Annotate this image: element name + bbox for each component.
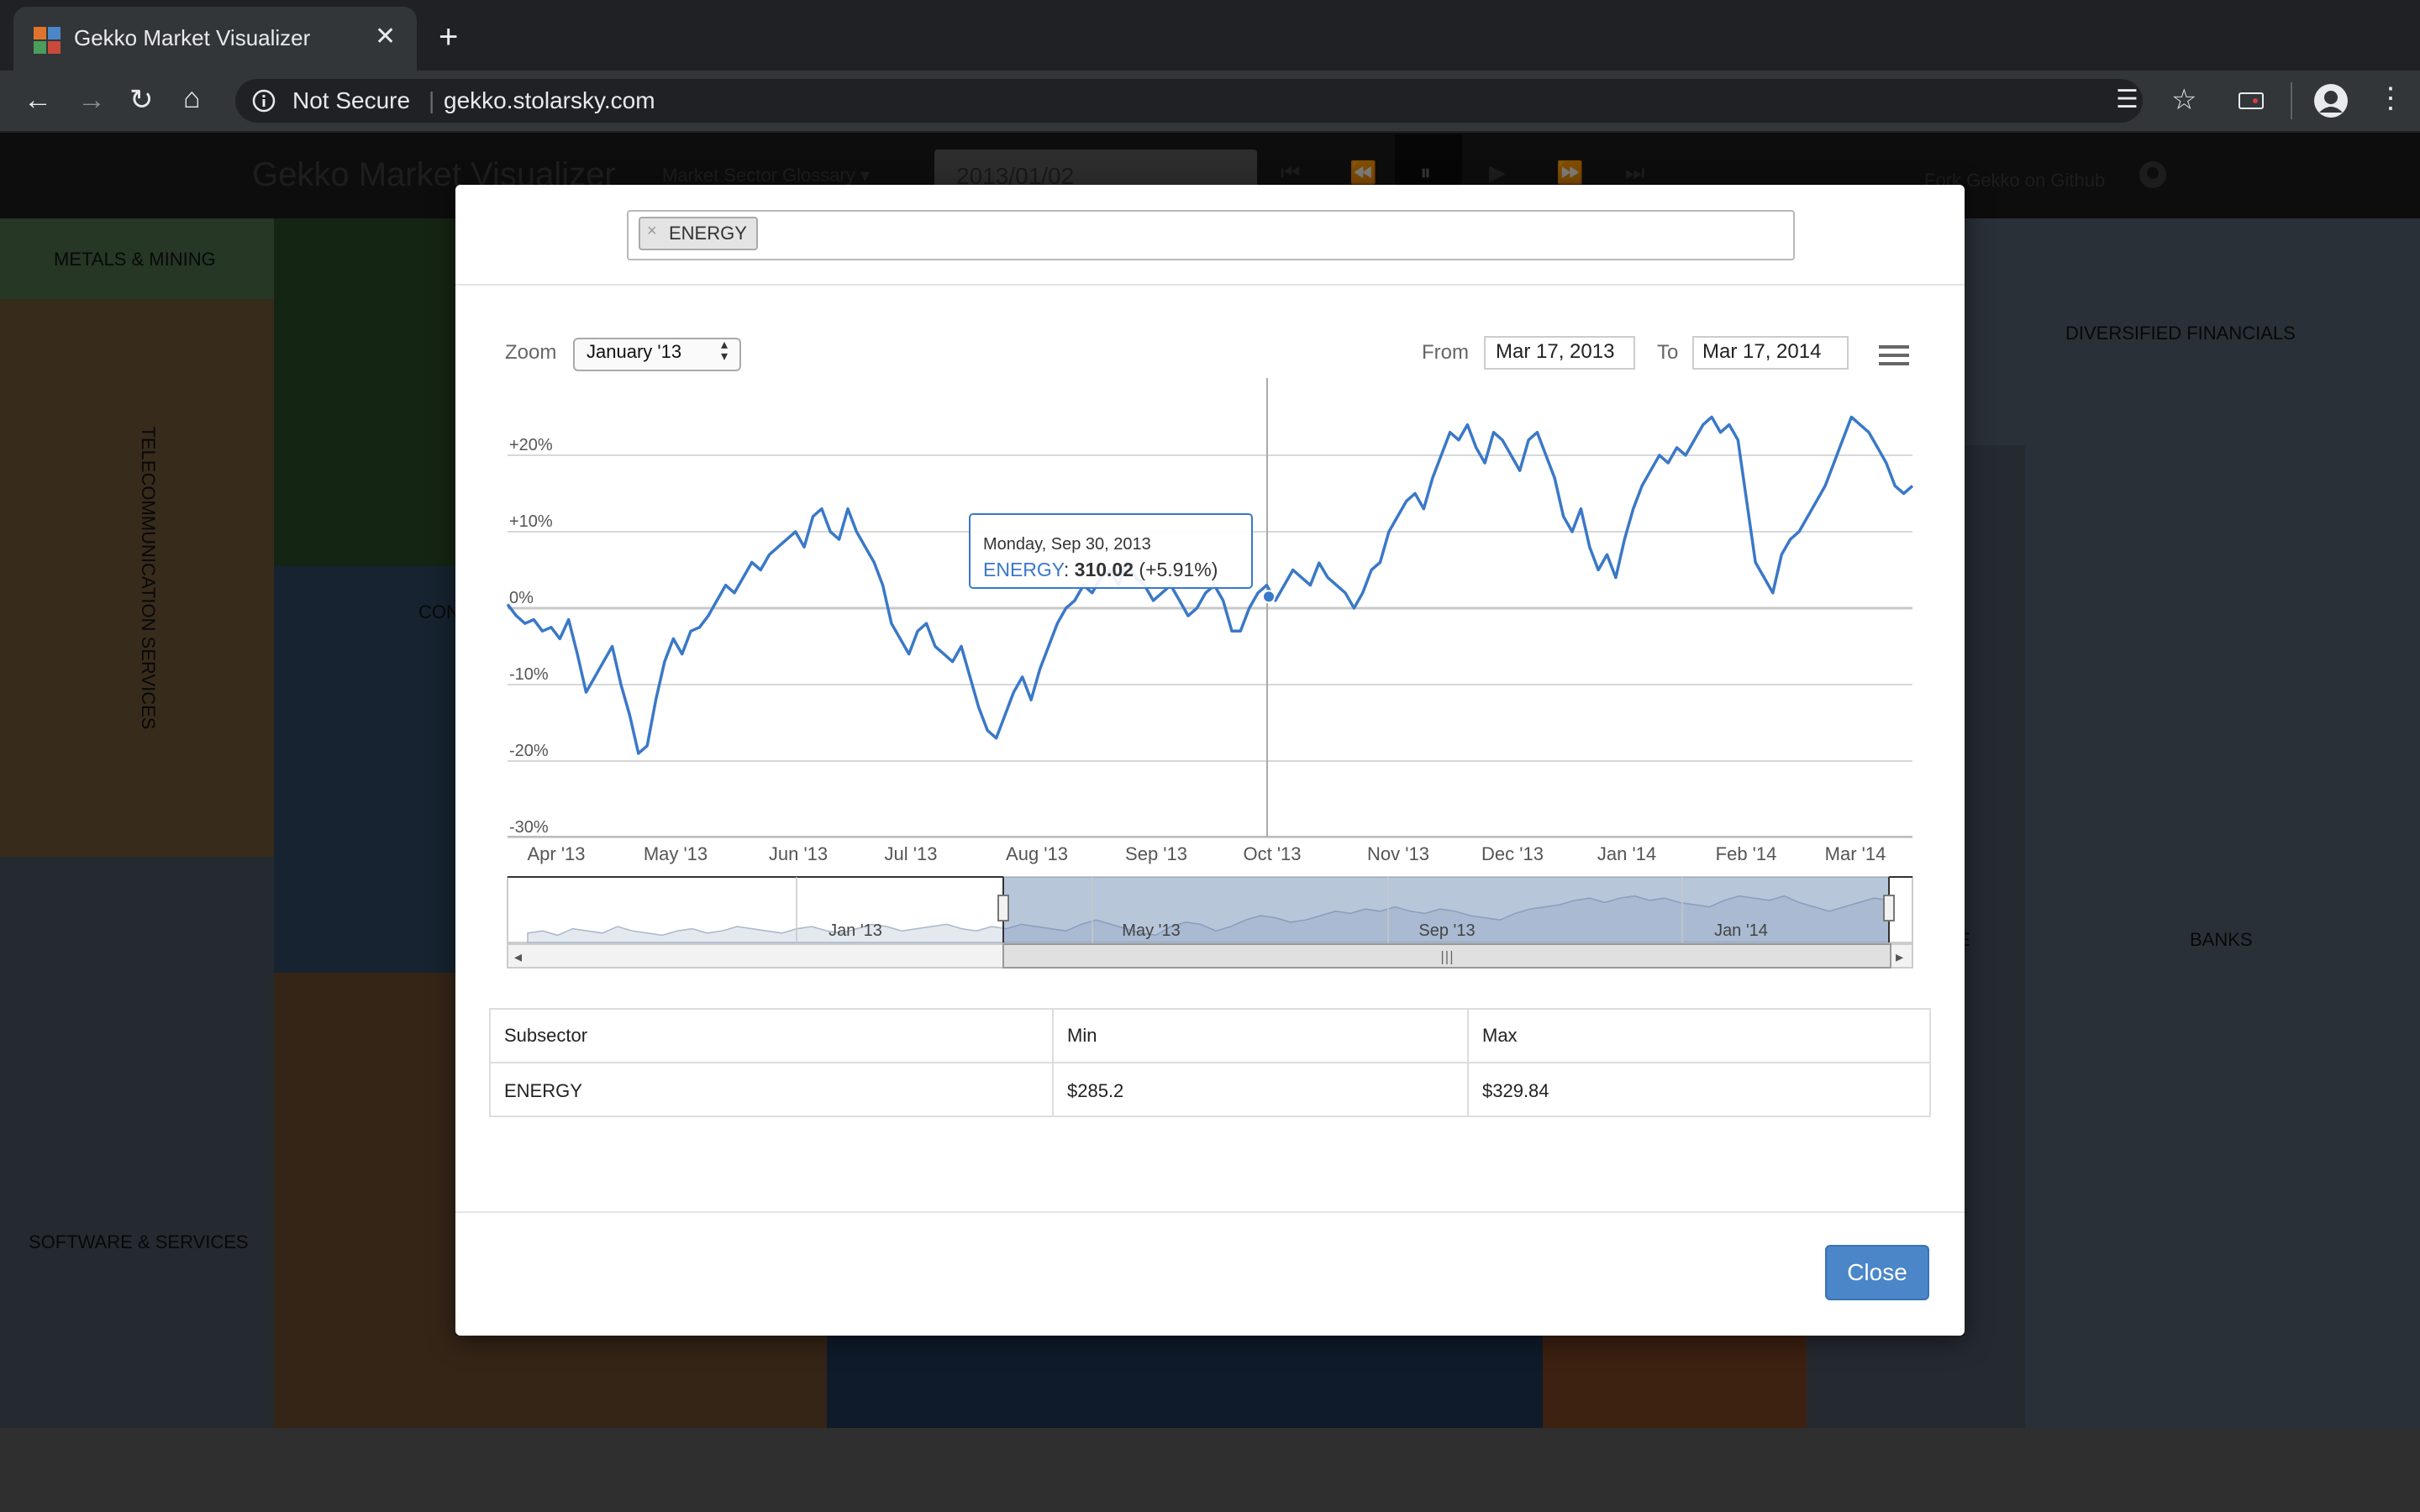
reload-icon[interactable]: ↻ [129, 86, 154, 114]
subsector-select[interactable] [627, 210, 1795, 260]
modal-header-divider [455, 284, 1965, 286]
info-icon[interactable] [252, 89, 276, 113]
table-cell-subsector: ENERGY [504, 1080, 582, 1101]
tab-close-icon[interactable]: ✕ [375, 22, 396, 51]
close-button[interactable]: Close [1825, 1245, 1929, 1300]
home-icon[interactable]: ⌂ [183, 84, 201, 113]
new-tab-icon[interactable]: + [439, 18, 458, 56]
profile-avatar-icon[interactable] [2312, 82, 2349, 119]
gekko-favicon-icon [34, 27, 60, 54]
bookmark-star-icon[interactable]: ☆ [2171, 86, 2196, 114]
security-label: Not Secure [292, 87, 411, 113]
table-header-cell [1467, 1008, 1931, 1063]
select-arrows-icon: ▴ ▾ [721, 338, 729, 364]
to-label: To [1657, 341, 1679, 364]
table-header-cell [1052, 1008, 1469, 1063]
zoom-label: Zoom [505, 341, 557, 364]
toolbar-divider [2291, 82, 2292, 119]
from-date-value: Mar 17, 2013 [1496, 340, 1615, 363]
from-label: From [1422, 341, 1469, 364]
url-text[interactable]: gekko.stolarsky.com [444, 87, 655, 114]
zoom-value: January '13 [587, 341, 682, 362]
modal-footer-divider [455, 1211, 1965, 1213]
table-header-subsector: Subsector [504, 1025, 588, 1046]
table-header-min: Min [1067, 1025, 1097, 1046]
table-header-max: Max [1482, 1025, 1518, 1046]
table-cell-min: $285.2 [1067, 1080, 1124, 1101]
extension-icon[interactable] [2238, 91, 2264, 111]
reading-list-icon[interactable]: ☰ [2116, 86, 2139, 114]
url-separator: | [429, 87, 435, 113]
to-date-value: Mar 17, 2014 [1702, 340, 1822, 363]
browser-menu-icon[interactable]: ⋮ [2376, 84, 2405, 113]
forward-icon[interactable]: → [77, 86, 106, 114]
back-icon[interactable]: ← [24, 86, 52, 114]
tab-title: Gekko Market Visualizer [74, 25, 311, 50]
subsector-chip-label: ENERGY [669, 223, 747, 244]
chip-remove-icon[interactable]: × [647, 222, 657, 241]
chart-menu-icon[interactable] [1879, 343, 1909, 368]
table-cell-max: $329.84 [1482, 1080, 1549, 1101]
